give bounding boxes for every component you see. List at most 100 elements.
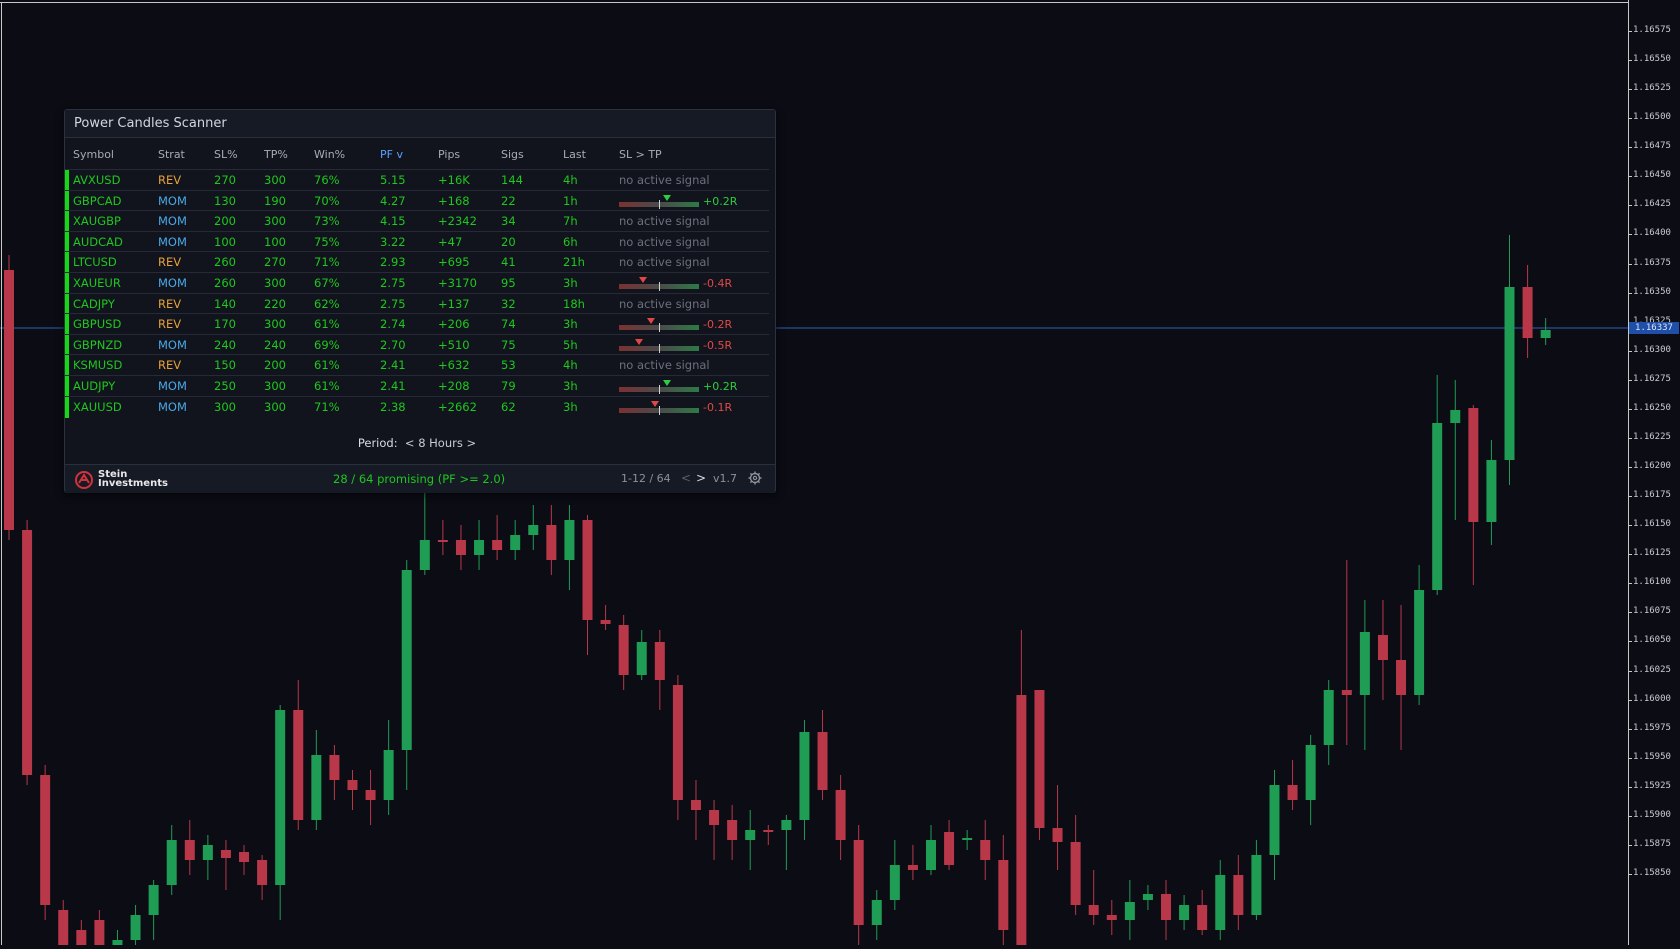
- row-highlight-bar: [65, 376, 69, 397]
- bearish-candle: [763, 830, 774, 832]
- page-info: 1-12 / 64: [621, 472, 671, 485]
- bullish-candle: [871, 900, 882, 925]
- cell-last: 5h: [563, 337, 578, 352]
- bearish-candle: [1052, 828, 1063, 842]
- header-symbol[interactable]: Symbol: [73, 148, 114, 161]
- cell-sl: 150: [214, 358, 236, 373]
- table-header: Symbol Strat SL% TP% Win% PF v Pips Sigs…: [65, 139, 769, 169]
- table-row[interactable]: XAUUSD MOM 300 300 71% 2.38 +2662 62 3h -0.1R: [65, 395, 769, 418]
- table-row[interactable]: LTCUSD REV 260 270 71% 2.93 +695 41 21h no active…: [65, 251, 769, 274]
- cell-sigs: 62: [501, 399, 516, 414]
- header-sl-tp[interactable]: SL > TP: [619, 148, 662, 161]
- cell-sl: 260: [214, 255, 236, 270]
- scanner-title[interactable]: Power Candles Scanner: [65, 110, 775, 138]
- cell-strat: MOM: [158, 193, 187, 208]
- risk-down-marker-icon: [647, 318, 655, 325]
- prev-page-button[interactable]: <: [681, 471, 691, 485]
- price-axis-label: 1.16550: [1633, 54, 1671, 65]
- cell-last: 1h: [563, 193, 578, 208]
- cell-pips: +632: [438, 358, 470, 373]
- bearish-candle: [727, 820, 738, 840]
- cell-sl: 260: [214, 276, 236, 290]
- cell-symbol: GBPCAD: [73, 193, 122, 208]
- bearish-candle: [347, 780, 358, 790]
- price-axis-label: 1.15875: [1633, 838, 1671, 849]
- cell-tp: 300: [264, 173, 286, 187]
- axis-tick: [1629, 147, 1632, 149]
- bearish-candle: [1341, 690, 1352, 695]
- price-axis-label: 1.16175: [1633, 490, 1671, 501]
- bearish-candle: [1161, 894, 1172, 920]
- bullish-candle: [636, 642, 647, 675]
- axis-tick: [1629, 379, 1632, 381]
- cell-pips: +208: [438, 379, 470, 393]
- cell-pips: +137: [438, 296, 470, 311]
- table-row[interactable]: XAUGBP MOM 200 300 73% 4.15 +2342 34 7h no active…: [65, 210, 769, 233]
- row-highlight-bar: [65, 293, 69, 315]
- period-prev-button[interactable]: <: [405, 436, 415, 450]
- bearish-candle: [293, 710, 304, 820]
- price-axis-label: 1.15975: [1633, 722, 1671, 733]
- axis-tick: [1629, 525, 1632, 527]
- header-strat[interactable]: Strat: [158, 148, 185, 161]
- header-last[interactable]: Last: [563, 148, 586, 161]
- axis-tick: [1629, 874, 1632, 876]
- risk-entry-marker: [659, 405, 660, 415]
- cell-sl: 240: [214, 337, 236, 352]
- cell-sigs: 20: [501, 234, 516, 249]
- header-win[interactable]: Win%: [314, 148, 345, 161]
- header-tp[interactable]: TP%: [264, 148, 288, 161]
- price-axis[interactable]: 1.16575 1.16550 1.16525 1.16500 1.16475 1.164…: [1628, 0, 1680, 945]
- bearish-candle: [907, 865, 918, 870]
- table-row[interactable]: GBPNZD MOM 240 240 69% 2.70 +510 75 5h -0.5R: [65, 333, 769, 356]
- table-row[interactable]: XAUEUR MOM 260 300 67% 2.75 +3170 95 3h -0.4R: [65, 272, 769, 294]
- bullish-candle: [383, 750, 394, 800]
- price-axis-label: 1.15850: [1633, 868, 1671, 879]
- bearish-candle: [1377, 635, 1388, 660]
- cell-symbol: KSMUSD: [73, 358, 123, 373]
- table-row[interactable]: AVXUSD REV 270 300 76% 5.15 +16K 144 4h no active…: [65, 169, 769, 191]
- gear-icon[interactable]: [748, 471, 762, 485]
- logo-line-2: Investments: [98, 478, 168, 489]
- table-row[interactable]: KSMUSD REV 150 200 61% 2.41 +632 53 4h no active …: [65, 354, 769, 377]
- bullish-candle: [1432, 423, 1443, 590]
- period-next-button[interactable]: >: [467, 436, 477, 450]
- price-axis-label: 1.16000: [1633, 693, 1671, 704]
- cell-sigs: 79: [501, 379, 516, 393]
- cell-pips: +3170: [438, 276, 477, 290]
- period-value: 8 Hours: [418, 436, 463, 450]
- table-row[interactable]: AUDJPY MOM 250 300 61% 2.41 +208 79 3h +0.2R: [65, 375, 769, 397]
- price-axis-label: 1.16075: [1633, 606, 1671, 617]
- cell-last: 4h: [563, 173, 578, 187]
- cell-win: 75%: [314, 234, 340, 249]
- cell-pf: 4.27: [380, 193, 406, 208]
- cell-strat: MOM: [158, 337, 187, 352]
- header-sigs[interactable]: Sigs: [501, 148, 524, 161]
- cell-sl: 130: [214, 193, 236, 208]
- header-pf-sorted[interactable]: PF v: [380, 148, 403, 161]
- table-row[interactable]: GBPCAD MOM 130 190 70% 4.27 +168 22 1h +0.2R: [65, 189, 769, 212]
- table-row[interactable]: GBPUSD REV 170 300 61% 2.74 +206 74 3h -0.2R: [65, 313, 769, 336]
- cell-tp: 270: [264, 255, 286, 270]
- risk-r-value: -0.2R: [703, 318, 733, 332]
- bullish-candle: [1414, 590, 1425, 695]
- bearish-candle: [220, 850, 231, 858]
- bearish-candle: [1522, 287, 1533, 338]
- header-sl[interactable]: SL%: [214, 148, 238, 161]
- cell-pf: 2.41: [380, 379, 406, 393]
- table-row[interactable]: AUDCAD MOM 100 100 75% 3.22 +47 20 6h no active s…: [65, 230, 769, 253]
- bearish-candle: [546, 525, 557, 560]
- bearish-candle: [4, 270, 14, 530]
- header-pips[interactable]: Pips: [438, 148, 460, 161]
- cell-tp: 240: [264, 337, 286, 352]
- price-axis-label: 1.16525: [1633, 83, 1671, 94]
- cell-symbol: AUDJPY: [73, 379, 116, 393]
- table-row[interactable]: CADJPY REV 140 220 62% 2.75 +137 32 18h no active…: [65, 292, 769, 315]
- stein-investments-logo[interactable]: Stein Investments: [74, 469, 184, 491]
- next-page-button[interactable]: >: [696, 471, 706, 485]
- cell-symbol: XAUEUR: [73, 276, 121, 290]
- cell-sigs: 53: [501, 358, 516, 373]
- cell-symbol: AUDCAD: [73, 234, 123, 249]
- price-axis-label: 1.16275: [1633, 373, 1671, 384]
- risk-entry-marker: [659, 385, 660, 394]
